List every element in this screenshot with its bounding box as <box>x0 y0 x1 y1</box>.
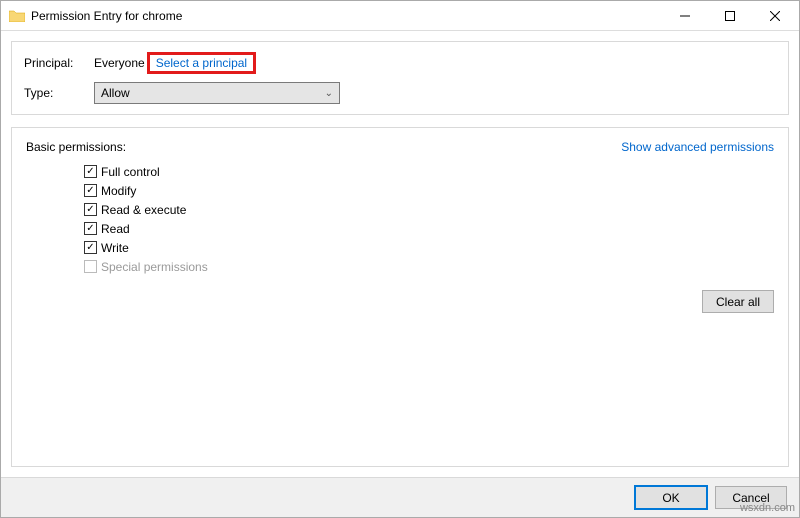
maximize-button[interactable] <box>707 2 752 30</box>
permission-item: Read <box>84 219 774 238</box>
principal-type-panel: Principal: Everyone Select a principal T… <box>11 41 789 115</box>
type-select[interactable]: Allow ⌄ <box>94 82 340 104</box>
permission-checkbox[interactable] <box>84 241 97 254</box>
watermark: wsxdn.com <box>740 502 795 514</box>
permission-item: Modify <box>84 181 774 200</box>
clear-all-button[interactable]: Clear all <box>702 290 774 313</box>
clear-all-row: Clear all <box>26 290 774 313</box>
show-advanced-link[interactable]: Show advanced permissions <box>621 140 774 154</box>
permission-entry-window: Permission Entry for chrome Principal: E… <box>0 0 800 518</box>
permission-checkbox[interactable] <box>84 222 97 235</box>
minimize-button[interactable] <box>662 2 707 30</box>
principal-row: Principal: Everyone Select a principal <box>24 52 776 74</box>
folder-icon <box>9 10 25 22</box>
basic-permissions-label: Basic permissions: <box>26 140 126 154</box>
titlebar: Permission Entry for chrome <box>1 1 799 31</box>
permission-label: Special permissions <box>101 260 208 274</box>
type-row: Type: Allow ⌄ <box>24 82 776 104</box>
principal-value: Everyone <box>94 56 145 70</box>
highlight-box: Select a principal <box>147 52 256 74</box>
permission-checkbox[interactable] <box>84 203 97 216</box>
permission-item: Special permissions <box>84 257 774 276</box>
permissions-list: Full control Modify Read & execute Read Writ… <box>84 162 774 276</box>
permission-checkbox[interactable] <box>84 184 97 197</box>
principal-label: Principal: <box>24 56 94 70</box>
window-title: Permission Entry for chrome <box>31 9 662 23</box>
permissions-header: Basic permissions: Show advanced permiss… <box>26 140 774 154</box>
content: Principal: Everyone Select a principal T… <box>1 31 799 477</box>
permission-label: Write <box>101 241 129 255</box>
permission-label: Read <box>101 222 130 236</box>
close-button[interactable] <box>752 2 797 30</box>
select-principal-link[interactable]: Select a principal <box>156 56 247 70</box>
permission-label: Full control <box>101 165 160 179</box>
permission-label: Modify <box>101 184 136 198</box>
ok-button[interactable]: OK <box>635 486 707 509</box>
type-select-value: Allow <box>101 86 130 100</box>
window-controls <box>662 2 797 30</box>
permission-label: Read & execute <box>101 203 186 217</box>
permission-item: Full control <box>84 162 774 181</box>
permissions-panel: Basic permissions: Show advanced permiss… <box>11 127 789 467</box>
footer: OK Cancel <box>1 477 799 517</box>
type-label: Type: <box>24 86 94 100</box>
permission-checkbox[interactable] <box>84 165 97 178</box>
permission-item: Write <box>84 238 774 257</box>
permission-checkbox <box>84 260 97 273</box>
permission-item: Read & execute <box>84 200 774 219</box>
chevron-down-icon: ⌄ <box>325 88 333 99</box>
